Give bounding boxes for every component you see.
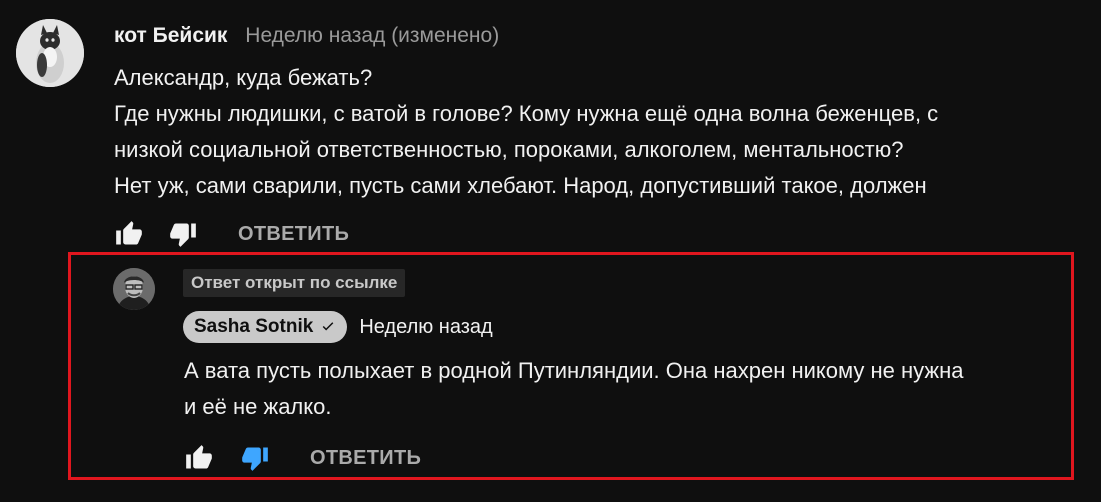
- reply-button[interactable]: ОТВЕТИТЬ: [238, 223, 349, 246]
- reply-text-line: и её не жалко.: [184, 394, 332, 419]
- thumbs-up-icon: [186, 445, 212, 469]
- comment-text: Александр, куда бежать? Где нужны людишк…: [114, 60, 1074, 204]
- dislike-button[interactable]: [168, 219, 198, 249]
- reply-reply-button[interactable]: ОТВЕТИТЬ: [310, 447, 421, 470]
- like-button[interactable]: [114, 219, 144, 249]
- comment-time[interactable]: Неделю назад (изменено): [245, 24, 499, 47]
- thumbs-down-icon: [242, 447, 268, 471]
- checkmark-icon: [319, 318, 337, 336]
- reply-actions: ОТВЕТИТЬ: [184, 443, 421, 473]
- comment-text-line: Где нужны людишки, с ватой в голове? Ком…: [114, 101, 939, 126]
- reply-header: Sasha Sotnik Неделю назад: [183, 311, 493, 343]
- comment-text-line: низкой социальной ответственностью, поро…: [114, 137, 904, 162]
- reply-like-button[interactable]: [184, 443, 214, 473]
- comment-text-line: Александр, куда бежать?: [114, 65, 373, 90]
- linked-comment-badge: Ответ открыт по ссылке: [183, 269, 406, 297]
- reply-text: А вата пусть полыхает в родной Путинлянд…: [184, 353, 1064, 425]
- reply-time[interactable]: Неделю назад: [359, 316, 492, 339]
- reply-dislike-button[interactable]: [240, 443, 270, 473]
- comment-actions: ОТВЕТИТЬ: [114, 219, 349, 249]
- comment-header: кот Бейсик Неделю назад (изменено): [114, 24, 499, 48]
- comment-author[interactable]: кот Бейсик: [114, 24, 227, 47]
- thumbs-up-icon: [116, 221, 142, 245]
- thumbs-down-icon: [170, 223, 196, 247]
- reply-author-name: Sasha Sotnik: [194, 316, 314, 337]
- comment-text-line: Нет уж, сами сварили, пусть сами хлебают…: [114, 173, 927, 198]
- reply-author-avatar[interactable]: [113, 268, 155, 310]
- commenter-avatar[interactable]: [16, 19, 84, 87]
- reply-text-line: А вата пусть полыхает в родной Путинлянд…: [184, 358, 964, 383]
- reply-author-chip[interactable]: Sasha Sotnik: [183, 311, 348, 343]
